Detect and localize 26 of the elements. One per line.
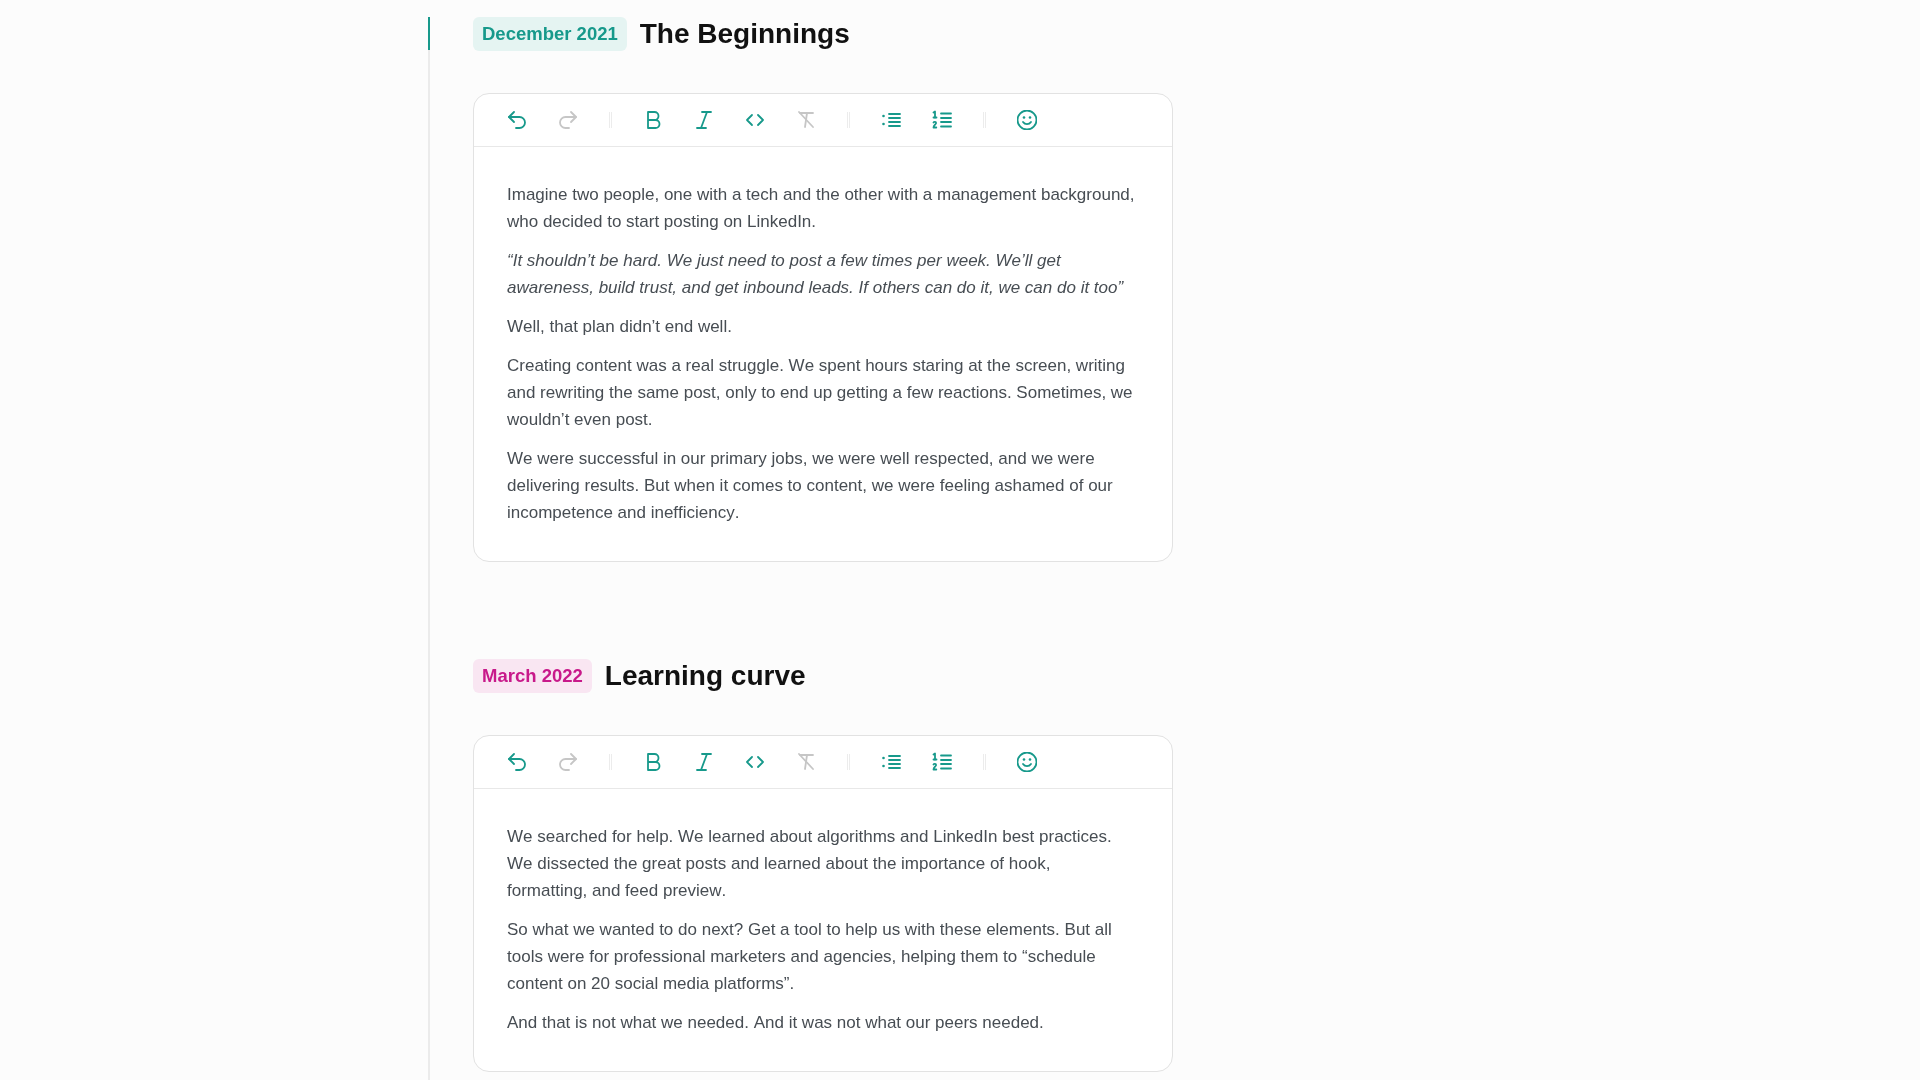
paragraph: Imagine two people, one with a tech and the other with a management background, who decided to start posting on LinkedIn. <box>507 184 1135 233</box>
paragraph: We were successful in our primary jobs, we were well respected, and we were delivering results. But when it comes to content, we were feeling ashamed of our incompetence and inefficiency. <box>507 448 1114 524</box>
curved-left-arrow-icon <box>507 110 527 130</box>
numbered-list-icon <box>932 110 952 130</box>
date-badge: December 2021 <box>473 17 627 51</box>
entry-title: Learning curve <box>604 659 806 693</box>
paragraph: Well, that plan didn’t end well. <box>507 316 733 338</box>
slanted-i-icon <box>694 110 714 130</box>
paragraph: Creating content was a real struggle. We spent hours staring at the screen, writing and rewriting the same post, only to end up getting a few reactions. Sometimes, we wouldn’t even post. <box>507 355 1134 431</box>
paragraph: And that is not what we needed. And it was not what our peers needed. <box>507 1012 1045 1034</box>
curved-right-arrow-icon <box>558 110 578 130</box>
smiley-face-icon <box>1017 752 1037 772</box>
smiley-face-icon <box>1017 110 1037 130</box>
curved-left-arrow-icon <box>507 752 527 772</box>
quote-paragraph: “It shouldn’t be hard. We just need to post a few times per week. We’ll get awareness, build trust, and get inbound leads. If others can do it, we can do it too” <box>507 250 1125 299</box>
slanted-i-icon <box>694 752 714 772</box>
paragraph: So what we wanted to do next? Get a tool to help us with these elements. But all tools were for professional marketers and agencies, helping them to “schedule content on 20 social media platforms”. <box>507 919 1113 995</box>
bullet-list-icon <box>881 752 901 772</box>
numbered-list-icon <box>932 752 952 772</box>
crossed-out-t-icon <box>796 752 816 772</box>
curved-right-arrow-icon <box>558 752 578 772</box>
paragraph: We searched for help. We learned about algorithms and LinkedIn best practices. We dissected the great posts and learned about the importance of hook, formatting, and feed preview. <box>507 826 1113 902</box>
bullet-list-icon <box>881 110 901 130</box>
crossed-out-t-icon <box>796 110 816 130</box>
date-badge: March 2022 <box>473 659 592 693</box>
entry-title: The Beginnings <box>639 17 850 51</box>
